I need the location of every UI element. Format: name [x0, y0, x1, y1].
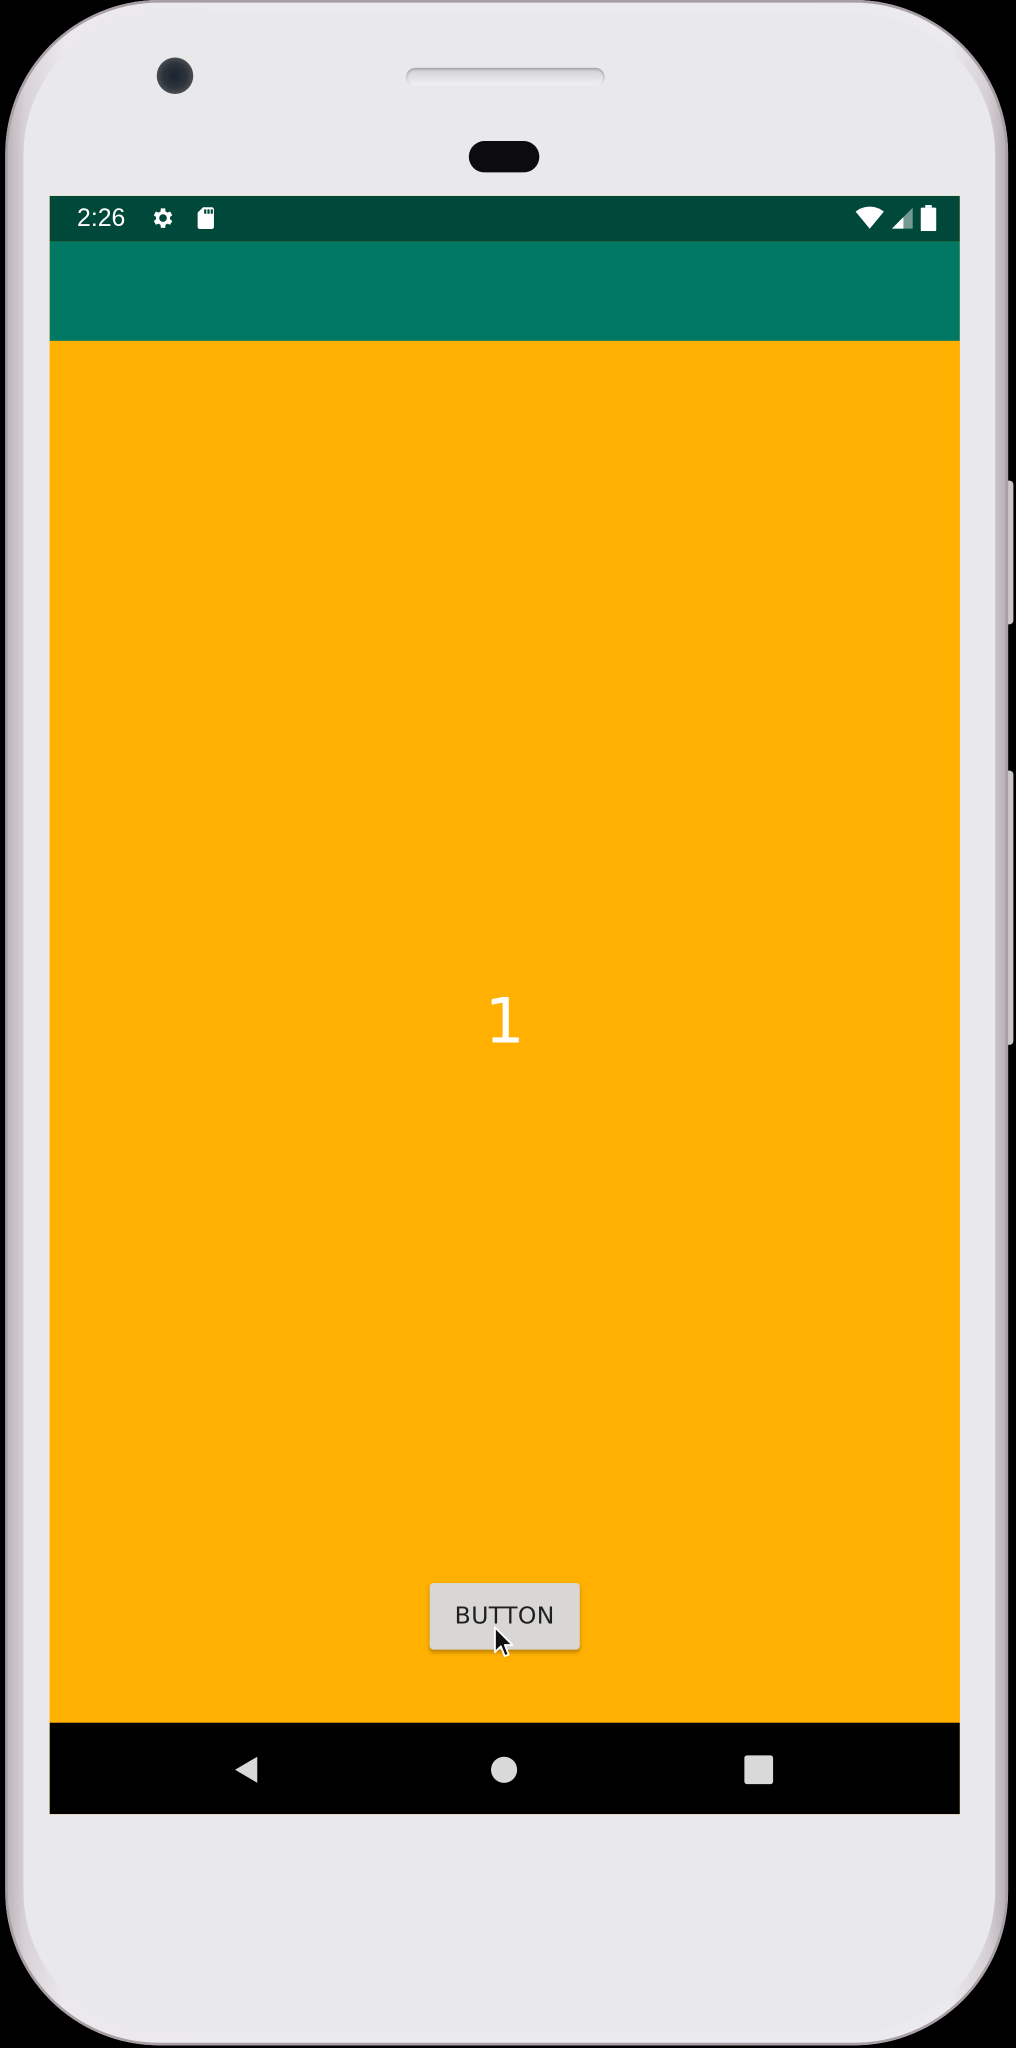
device-frame: 2:26 1 BUTTON [0, 0, 1016, 2048]
proximity-sensor [468, 141, 540, 173]
mouse-cursor-icon [494, 1626, 514, 1658]
status-bar: 2:26 [49, 195, 960, 242]
front-camera [156, 57, 194, 95]
back-button[interactable] [231, 1754, 262, 1785]
gear-icon [153, 208, 173, 228]
battery-icon [920, 205, 937, 232]
counter-text: 1 [484, 984, 525, 1058]
main-content: 1 BUTTON [49, 340, 960, 1723]
status-time: 2:26 [77, 205, 126, 233]
navigation-bar [49, 1722, 960, 1815]
wifi-icon [855, 206, 884, 229]
cellular-signal-icon [891, 207, 913, 229]
earpiece-speaker [406, 67, 605, 87]
app-toolbar [49, 241, 960, 341]
sd-card-icon [197, 207, 214, 230]
home-button[interactable] [488, 1754, 519, 1785]
status-icons [855, 205, 937, 232]
recents-button[interactable] [743, 1754, 774, 1785]
device-screen: 2:26 1 BUTTON [49, 195, 960, 1815]
